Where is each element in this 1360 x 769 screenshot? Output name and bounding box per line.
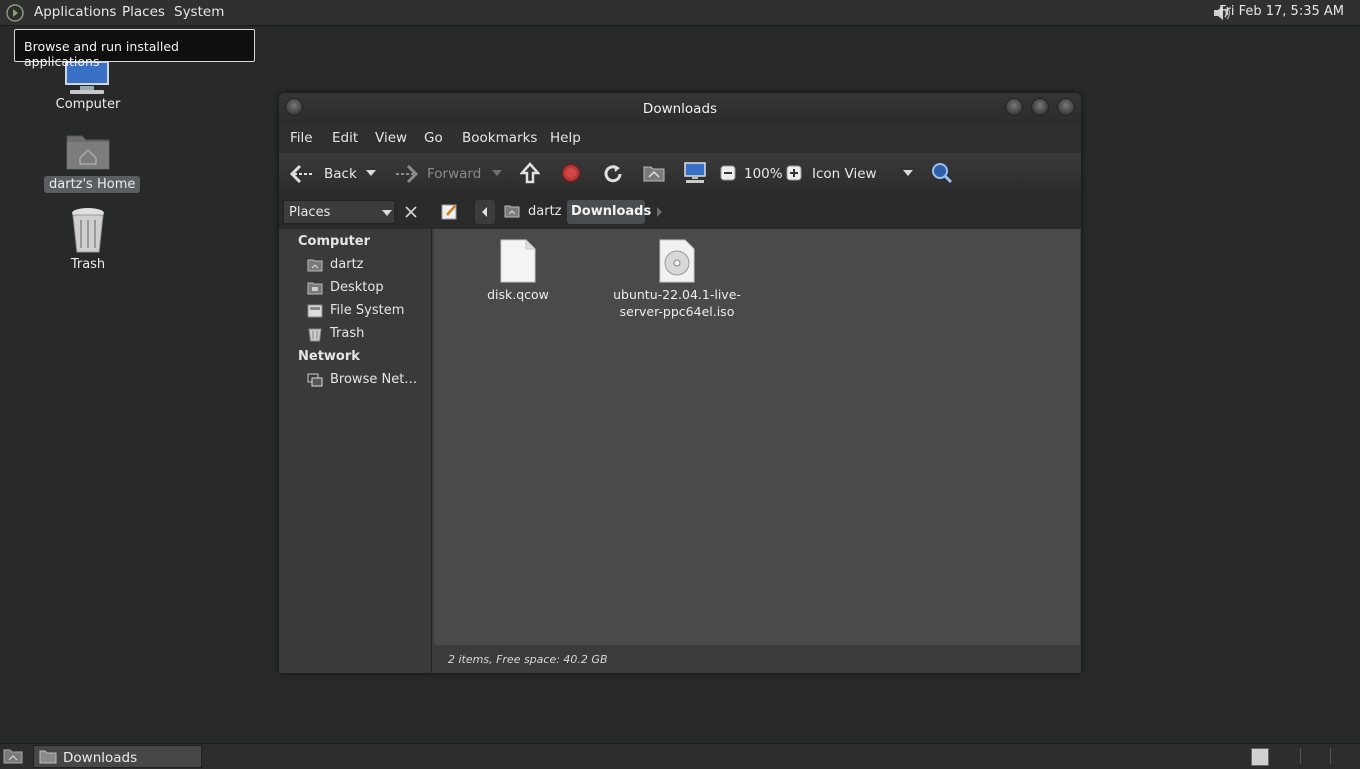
- crumb-right-arrow-icon[interactable]: [653, 200, 665, 224]
- reload-icon[interactable]: [602, 163, 624, 185]
- bottom-panel: Downloads: [0, 743, 1360, 769]
- sidebar-item-label: Desktop: [330, 280, 384, 295]
- sidebar-section-computer: Computer: [298, 234, 371, 249]
- up-arrow-icon[interactable]: [520, 162, 540, 184]
- applications-menu-icon[interactable]: [6, 4, 24, 22]
- zoom-out-icon[interactable]: [720, 165, 736, 181]
- home-folder-icon: [307, 258, 323, 272]
- crumb-left-arrow-icon[interactable]: [475, 200, 495, 224]
- status-bar: 2 items, Free space: 40.2 GB: [434, 647, 1080, 673]
- panel-divider: [1330, 748, 1331, 764]
- sidebar-selector[interactable]: Places: [283, 200, 395, 224]
- file-name-line: ubuntu-22.04.1-live-: [613, 287, 741, 302]
- file-manager-window: Downloads File Edit View Go Bookmarks He…: [279, 93, 1081, 673]
- view-mode-select[interactable]: Icon View: [812, 166, 877, 182]
- sidebar-item-label: dartz: [330, 257, 364, 272]
- back-button[interactable]: Back: [324, 166, 357, 182]
- file-name[interactable]: disk.qcow: [468, 286, 568, 303]
- sidebar-item-label: File System: [330, 303, 405, 318]
- file-name-line: server-ppc64el.iso: [619, 304, 735, 319]
- minimize-button[interactable]: [1005, 98, 1023, 116]
- taskbar-item-label: Downloads: [63, 750, 138, 766]
- view-mode-dropdown-icon[interactable]: [903, 170, 913, 176]
- desktop-computer-label: Computer: [55, 97, 121, 112]
- back-history-dropdown-icon[interactable]: [366, 170, 376, 176]
- menubar: File Edit View Go Bookmarks Help: [279, 123, 1081, 153]
- sidebar: Computer dartz Desktop File System Trash…: [279, 229, 432, 673]
- window-titlebar[interactable]: Downloads: [279, 93, 1081, 123]
- stop-icon[interactable]: [561, 163, 581, 183]
- back-arrow-icon[interactable]: [290, 164, 314, 184]
- menu-help[interactable]: Help: [550, 130, 581, 146]
- top-panel: Applications Places System Fri Feb 17, 5…: [0, 0, 1360, 26]
- panel-divider: [1300, 748, 1301, 764]
- menu-file[interactable]: File: [290, 130, 313, 146]
- zoom-in-icon[interactable]: [786, 165, 802, 181]
- home-icon[interactable]: [643, 164, 665, 182]
- workspace-switcher[interactable]: [1251, 748, 1269, 766]
- sidebar-section-network: Network: [298, 349, 360, 364]
- trash-small-icon: [307, 326, 323, 342]
- sidebar-item-label: Browse Net…: [330, 372, 418, 387]
- desktop-folder-icon: [307, 281, 323, 295]
- tooltip-text: Browse and run installed applications: [24, 39, 179, 69]
- home-folder-small-icon: [504, 204, 520, 218]
- file-name[interactable]: ubuntu-22.04.1-live- server-ppc64el.iso: [602, 286, 752, 320]
- edit-location-icon[interactable]: [439, 200, 461, 224]
- window-title: Downloads: [642, 101, 718, 117]
- applications-menu[interactable]: Applications: [34, 4, 116, 20]
- menu-view[interactable]: View: [375, 130, 407, 146]
- taskbar-item-downloads[interactable]: Downloads: [33, 745, 202, 768]
- menu-bookmarks[interactable]: Bookmarks: [462, 130, 537, 146]
- clock[interactable]: Fri Feb 17, 5:35 AM: [1219, 4, 1344, 19]
- places-menu[interactable]: Places: [122, 4, 165, 20]
- close-sidebar-icon[interactable]: [405, 206, 417, 218]
- crumb-dartz-label: dartz: [528, 204, 562, 219]
- crumb-downloads-label: Downloads: [571, 204, 652, 219]
- drive-icon: [307, 303, 323, 319]
- maximize-button[interactable]: [1031, 98, 1049, 116]
- forward-button[interactable]: Forward: [427, 166, 481, 182]
- home-folder-label: dartz's Home: [44, 176, 141, 193]
- menu-go[interactable]: Go: [424, 130, 443, 146]
- crumb-downloads[interactable]: Downloads: [567, 200, 651, 224]
- folder-icon: [39, 749, 57, 764]
- menu-edit[interactable]: Edit: [332, 130, 358, 146]
- system-menu[interactable]: System: [174, 4, 224, 20]
- chevron-down-icon: [382, 210, 392, 216]
- network-icon: [307, 373, 323, 387]
- status-text: 2 items, Free space: 40.2 GB: [448, 653, 608, 666]
- home-folder-icon[interactable]: [66, 130, 110, 170]
- forward-history-dropdown-icon[interactable]: [492, 170, 502, 176]
- file-view[interactable]: disk.qcow ubuntu-22.04.1-live- server-pp…: [434, 229, 1080, 645]
- sidebar-item-label: Trash: [330, 326, 365, 341]
- crumb-dartz[interactable]: dartz: [501, 200, 563, 224]
- sidebar-selector-label: Places: [289, 205, 331, 220]
- forward-arrow-icon[interactable]: [394, 164, 418, 184]
- toolbar: Back Forward 100% Icon View: [279, 153, 1081, 195]
- zoom-level: 100%: [744, 166, 783, 182]
- tooltip: Browse and run installed applications: [14, 29, 255, 69]
- show-desktop-icon[interactable]: [3, 748, 23, 764]
- trash-icon[interactable]: [68, 206, 108, 254]
- document-icon[interactable]: [500, 239, 536, 283]
- close-button[interactable]: [1057, 98, 1075, 116]
- disc-image-icon[interactable]: [659, 239, 695, 283]
- trash-label: Trash: [70, 257, 106, 272]
- location-bar: Places dartz Downloads: [279, 195, 1081, 229]
- search-icon[interactable]: [931, 162, 953, 184]
- computer-icon[interactable]: [683, 162, 707, 184]
